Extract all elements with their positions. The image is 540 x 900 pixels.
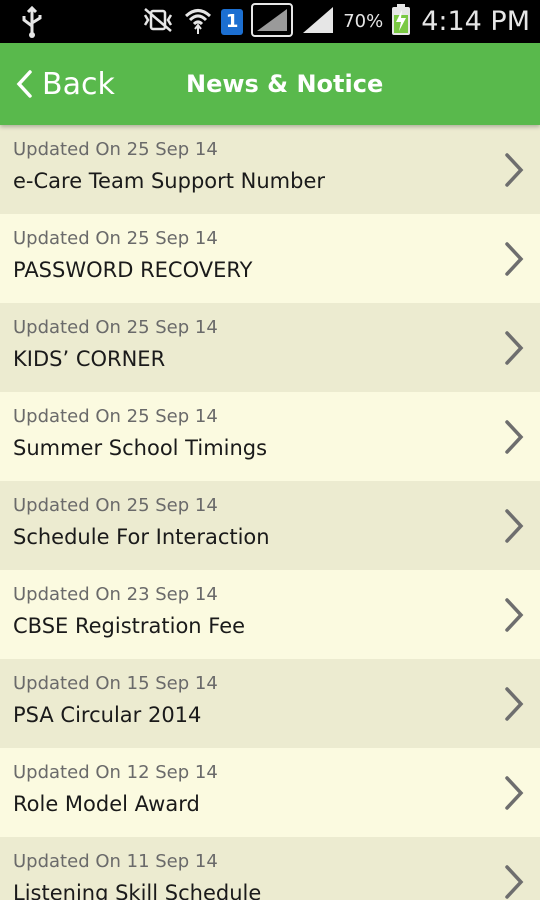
news-date: Updated On 15 Sep 14 (13, 673, 218, 694)
list-item[interactable]: Updated On 25 Sep 14 PASSWORD RECOVERY (0, 214, 540, 303)
news-title: Role Model Award (13, 792, 200, 816)
signal-2-icon (301, 5, 335, 39)
chevron-right-icon (502, 329, 526, 367)
sim-badge-icon: 1 (221, 8, 244, 35)
news-date: Updated On 12 Sep 14 (13, 762, 218, 783)
back-label: Back (42, 66, 115, 102)
news-title: KIDS’ CORNER (13, 347, 166, 371)
list-item[interactable]: Updated On 12 Sep 14 Role Model Award (0, 748, 540, 837)
clock: 4:14 PM (421, 6, 530, 37)
chevron-right-icon (502, 418, 526, 456)
list-item[interactable]: Updated On 25 Sep 14 e-Care Team Support… (0, 125, 540, 214)
news-title: PSA Circular 2014 (13, 703, 202, 727)
news-date: Updated On 25 Sep 14 (13, 317, 218, 338)
chevron-right-icon (502, 507, 526, 545)
news-date: Updated On 25 Sep 14 (13, 139, 218, 160)
list-item[interactable]: Updated On 25 Sep 14 Summer School Timin… (0, 392, 540, 481)
chevron-right-icon (502, 240, 526, 278)
battery-percent: 70% (343, 11, 384, 32)
news-date: Updated On 11 Sep 14 (13, 851, 218, 872)
status-bar: 1 70% 4:14 PM (0, 0, 540, 43)
news-title: Listening Skill Schedule (13, 881, 262, 900)
usb-icon (18, 5, 46, 38)
chevron-right-icon (502, 151, 526, 189)
battery-charging-icon (391, 3, 411, 40)
wifi-icon (183, 5, 213, 39)
muted-vibrate-icon (141, 7, 175, 37)
news-title: CBSE Registration Fee (13, 614, 246, 638)
news-date: Updated On 25 Sep 14 (13, 406, 218, 427)
page-title: News & Notice (186, 70, 384, 98)
signal-1-icon (251, 2, 294, 41)
news-title: PASSWORD RECOVERY (13, 258, 253, 282)
list-item[interactable]: Updated On 23 Sep 14 CBSE Registration F… (0, 570, 540, 659)
list-item[interactable]: Updated On 15 Sep 14 PSA Circular 2014 (0, 659, 540, 748)
chevron-right-icon (502, 863, 526, 900)
news-list: Updated On 25 Sep 14 e-Care Team Support… (0, 125, 540, 900)
list-item[interactable]: Updated On 11 Sep 14 Listening Skill Sch… (0, 837, 540, 900)
app-header: Back News & Notice (0, 43, 540, 125)
list-item[interactable]: Updated On 25 Sep 14 KIDS’ CORNER (0, 303, 540, 392)
chevron-right-icon (502, 774, 526, 812)
chevron-left-icon (14, 69, 36, 99)
news-title: e-Care Team Support Number (13, 169, 326, 193)
news-date: Updated On 25 Sep 14 (13, 495, 218, 516)
news-title: Summer School Timings (13, 436, 268, 460)
news-title: Schedule For Interaction (13, 525, 270, 549)
list-item[interactable]: Updated On 25 Sep 14 Schedule For Intera… (0, 481, 540, 570)
back-button[interactable]: Back (14, 43, 115, 125)
chevron-right-icon (502, 596, 526, 634)
news-date: Updated On 23 Sep 14 (13, 584, 218, 605)
news-date: Updated On 25 Sep 14 (13, 228, 218, 249)
chevron-right-icon (502, 685, 526, 723)
